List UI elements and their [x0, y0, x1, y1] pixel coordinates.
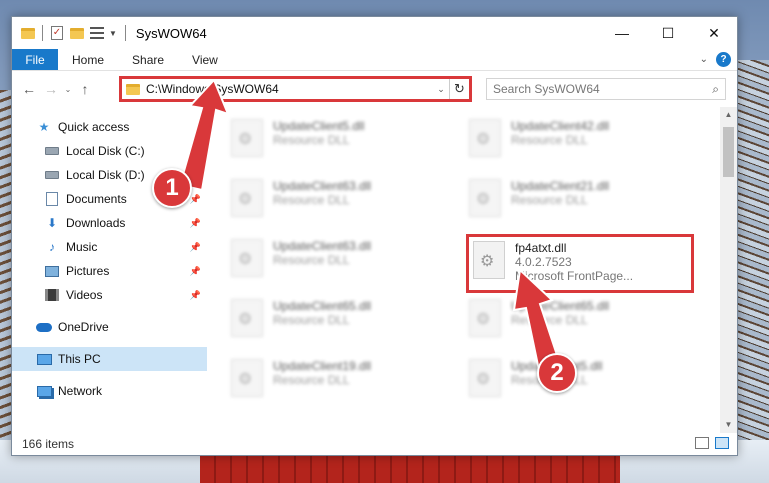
tab-view[interactable]: View: [178, 49, 232, 70]
up-button[interactable]: ↑: [74, 77, 96, 101]
recent-locations-icon[interactable]: ⌄: [62, 85, 74, 94]
view-buttons: [695, 437, 729, 449]
videos-icon: [44, 288, 60, 302]
scroll-thumb[interactable]: [723, 127, 734, 177]
file-item[interactable]: UpdateClient63.dllResource DLL: [227, 175, 447, 223]
pin-icon: 📌: [189, 265, 201, 276]
step-1-callout: 1: [152, 168, 192, 208]
status-bar: 166 items: [12, 433, 737, 455]
tab-share[interactable]: Share: [118, 49, 178, 70]
close-button[interactable]: ✕: [691, 17, 737, 49]
search-input[interactable]: Search SysWOW64: [493, 82, 712, 96]
ribbon-right: ⌄ ?: [700, 52, 731, 67]
dll-file-icon: [469, 119, 501, 157]
dll-file-icon: [231, 299, 263, 337]
maximize-button[interactable]: ☐: [645, 17, 691, 49]
details-view-icon[interactable]: [695, 437, 709, 449]
file-item[interactable]: UpdateClient5.dllResource DLL: [227, 115, 447, 163]
address-row: ← → ⌄ ↑ C:\Windows\SysWOW64 ⌄ ↻ Search S…: [12, 71, 737, 107]
dll-file-icon: [469, 359, 501, 397]
refresh-icon[interactable]: ↻: [449, 79, 469, 99]
documents-icon: [44, 192, 60, 206]
nav-pictures[interactable]: Pictures 📌: [12, 259, 207, 283]
window-title: SysWOW64: [135, 25, 207, 41]
onedrive-cloud-icon: [36, 320, 52, 334]
properties-icon[interactable]: [89, 25, 105, 41]
address-dropdown-icon[interactable]: ⌄: [433, 84, 449, 95]
scroll-down-icon[interactable]: ▼: [720, 417, 737, 433]
dll-file-icon: [231, 119, 263, 157]
nav-music[interactable]: ♪ Music 📌: [12, 235, 207, 259]
pin-icon: 📌: [189, 217, 201, 228]
pin-icon: 📌: [189, 241, 201, 252]
folder-icon[interactable]: [20, 25, 36, 41]
scroll-up-icon[interactable]: ▲: [720, 107, 737, 123]
file-item[interactable]: UpdateClient21.dllResource DLL: [465, 175, 685, 223]
drive-icon: [44, 144, 60, 158]
dll-file-icon: [231, 239, 263, 277]
nav-this-pc[interactable]: This PC: [12, 347, 207, 371]
new-folder-icon[interactable]: [69, 25, 85, 41]
forward-button[interactable]: →: [40, 77, 62, 101]
dll-file-icon: [231, 179, 263, 217]
minimize-button[interactable]: —: [599, 17, 645, 49]
title-separator: [124, 25, 126, 41]
highlight-box-file: [466, 234, 694, 293]
file-item[interactable]: UpdateClient63.dllResource DLL: [227, 235, 447, 283]
nav-onedrive[interactable]: OneDrive: [12, 315, 207, 339]
file-item[interactable]: UpdateClient65.dllResource DLL: [465, 295, 685, 343]
tab-home[interactable]: Home: [58, 49, 118, 70]
background-tree-right: [733, 60, 769, 483]
tab-file[interactable]: File: [12, 49, 58, 70]
file-item[interactable]: UpdateClient65.dllResource DLL: [227, 295, 447, 343]
qat-separator: [42, 25, 43, 41]
file-item[interactable]: UpdateClient19.dllResource DLL: [227, 355, 447, 403]
search-box[interactable]: Search SysWOW64 ⌕: [486, 78, 726, 100]
computer-icon: [36, 352, 52, 366]
title-bar: ✓ ▼ SysWOW64 — ☐ ✕: [12, 17, 737, 49]
qat-dropdown-icon[interactable]: ▼: [109, 29, 117, 38]
pin-icon: 📌: [189, 289, 201, 300]
window-controls: — ☐ ✕: [599, 17, 737, 49]
file-item[interactable]: UpdateClient42.dllResource DLL: [465, 115, 685, 163]
nav-videos[interactable]: Videos 📌: [12, 283, 207, 307]
pin-icon: 📌: [189, 193, 201, 204]
properties-check-icon[interactable]: ✓: [49, 25, 65, 41]
dll-file-icon: [469, 179, 501, 217]
tiles-view-icon[interactable]: [715, 437, 729, 449]
help-icon[interactable]: ?: [716, 52, 731, 67]
drive-icon: [44, 168, 60, 182]
dll-file-icon: [469, 299, 501, 337]
nav-downloads[interactable]: ⬇ Downloads 📌: [12, 211, 207, 235]
vertical-scrollbar[interactable]: ▲ ▼: [720, 107, 737, 433]
dll-file-icon: [231, 359, 263, 397]
content-area: ★ Quick access Local Disk (C:) 📌 Local D…: [12, 107, 737, 433]
music-icon: ♪: [49, 240, 55, 254]
downloads-icon: ⬇: [46, 216, 58, 230]
pictures-icon: [44, 264, 60, 278]
expand-ribbon-icon[interactable]: ⌄: [700, 54, 708, 65]
step-2-callout: 2: [537, 353, 577, 393]
back-button[interactable]: ←: [18, 77, 40, 101]
item-count: 166 items: [22, 437, 75, 451]
address-folder-icon: [126, 83, 140, 95]
star-icon: ★: [38, 120, 50, 134]
explorer-window: ✓ ▼ SysWOW64 — ☐ ✕ File Home Share View …: [11, 16, 738, 456]
network-icon: [36, 384, 52, 398]
nav-network[interactable]: Network: [12, 379, 207, 403]
file-list: UpdateClient5.dllResource DLL UpdateClie…: [207, 107, 737, 433]
search-icon[interactable]: ⌕: [712, 82, 719, 97]
ribbon-tabs: File Home Share View ⌄ ?: [12, 49, 737, 71]
